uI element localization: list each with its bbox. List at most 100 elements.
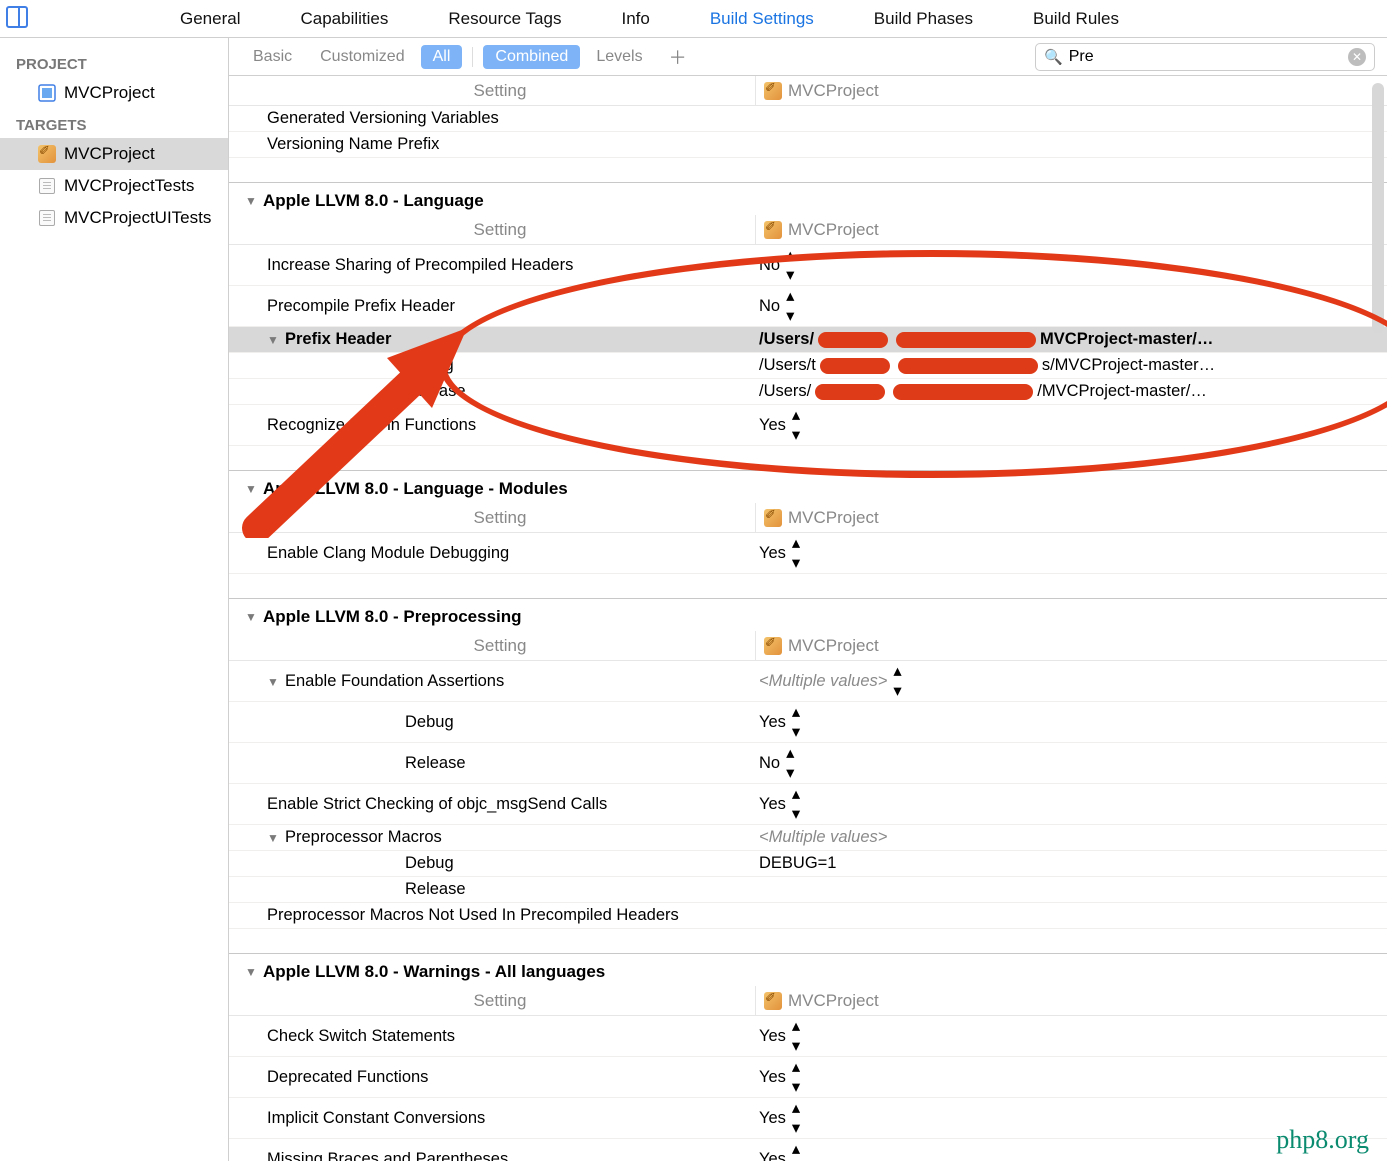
setting-label: Deprecated Functions (267, 1068, 428, 1086)
setting-value-path[interactable]: /Users//MVCProject-master/MVC.. (759, 382, 1219, 401)
tab-build-rules[interactable]: Build Rules (1033, 9, 1119, 29)
disclosure-triangle-icon[interactable]: ▼ (245, 965, 257, 979)
setting-value[interactable]: Yes (759, 713, 786, 732)
editor-tabs: General Capabilities Resource Tags Info … (0, 0, 1387, 38)
setting-label: Enable Clang Module Debugging (267, 544, 509, 562)
setting-group-header[interactable]: ▼ Apple LLVM 8.0 - Preprocessing (229, 598, 1387, 631)
sidebar-project-item[interactable]: MVCProject (0, 77, 228, 109)
setting-value[interactable]: Yes (759, 1068, 786, 1087)
setting-group-header[interactable]: ▼Apple LLVM 8.0 - Warnings - All languag… (229, 953, 1387, 986)
setting-row[interactable]: ▼Preprocessor Macros<Multiple values> (229, 825, 1387, 851)
setting-row[interactable]: Release (229, 877, 1387, 903)
filter-basic[interactable]: Basic (241, 45, 304, 69)
setting-value: DEBUG=1 (759, 854, 837, 873)
setting-value-path[interactable]: /Users/MVCProject-master/MVC.. (759, 330, 1219, 349)
setting-value[interactable]: <Multiple values> (759, 672, 887, 691)
setting-label: Release (405, 382, 466, 400)
setting-label: Enable Strict Checking of objc_msgSend C… (267, 795, 607, 813)
setting-row[interactable]: Enable Clang Module DebuggingYes▴▾ (229, 533, 1387, 574)
project-icon (38, 84, 56, 102)
setting-value[interactable]: Yes (759, 795, 786, 814)
add-setting-button[interactable]: ＋ (669, 44, 687, 70)
setting-row[interactable]: Implicit Constant ConversionsYes▴▾ (229, 1098, 1387, 1139)
app-icon (764, 637, 782, 655)
chevron-updown-icon: ▴▾ (792, 405, 800, 445)
disclosure-triangle-icon[interactable]: ▼ (245, 482, 257, 496)
build-settings-table: SettingMVCProjectGenerated Versioning Va… (229, 76, 1387, 1161)
setting-value[interactable]: No (759, 256, 780, 275)
chevron-updown-icon: ▴▾ (786, 286, 794, 326)
search-icon: 🔍 (1044, 48, 1063, 66)
column-header-setting: Setting (474, 508, 527, 528)
setting-row[interactable]: Debug Yes ▴▾ (229, 702, 1387, 743)
setting-label: Precompile Prefix Header (267, 297, 455, 315)
setting-row[interactable]: Preprocessor Macros Not Used In Precompi… (229, 903, 1387, 929)
disclosure-triangle-icon[interactable]: ▼ (267, 675, 279, 689)
disclosure-triangle-icon[interactable]: ▼ (245, 610, 257, 624)
setting-row[interactable]: Check Switch StatementsYes▴▾ (229, 1016, 1387, 1057)
setting-row[interactable]: Missing Braces and ParenthesesYes▴▾ (229, 1139, 1387, 1161)
setting-value[interactable]: Yes (759, 1027, 786, 1046)
setting-label: Increase Sharing of Precompiled Headers (267, 256, 573, 274)
setting-row[interactable]: Versioning Name Prefix (229, 132, 1387, 158)
setting-label: Debug (405, 713, 454, 731)
setting-row[interactable]: Release/Users//MVCProject-master/MVC.. (229, 379, 1387, 405)
setting-row[interactable]: ▼Prefix Header/Users/MVCProject-master/M… (229, 327, 1387, 353)
setting-label: Enable Foundation Assertions (285, 672, 504, 690)
setting-row[interactable]: Enable Strict Checking of objc_msgSend C… (229, 784, 1387, 825)
setting-label: Debug (405, 854, 454, 872)
sidebar-target-uitests[interactable]: MVCProjectUITests (0, 202, 228, 234)
setting-group-header[interactable]: ▼ Apple LLVM 8.0 - Language (229, 182, 1387, 215)
sidebar-target-tests[interactable]: MVCProjectTests (0, 170, 228, 202)
setting-row[interactable]: Deprecated FunctionsYes▴▾ (229, 1057, 1387, 1098)
setting-value-path[interactable]: /Users/ts/MVCProject-master/MVC.. (759, 356, 1219, 375)
disclosure-triangle-icon[interactable]: ▼ (245, 194, 257, 208)
chevron-updown-icon: ▴▾ (792, 1016, 800, 1056)
chevron-updown-icon: ▴▾ (792, 702, 800, 742)
filter-levels[interactable]: Levels (584, 45, 654, 69)
setting-value[interactable]: Yes (759, 1150, 786, 1161)
setting-group-header[interactable]: ▼Apple LLVM 8.0 - Language - Modules (229, 470, 1387, 503)
tab-resource-tags[interactable]: Resource Tags (448, 9, 561, 29)
setting-value[interactable]: No (759, 754, 780, 773)
search-field[interactable]: 🔍 ✕ (1035, 43, 1375, 71)
setting-row[interactable]: Generated Versioning Variables (229, 106, 1387, 132)
group-title: Apple LLVM 8.0 - Preprocessing (263, 607, 522, 627)
setting-row[interactable]: Debug/Users/ts/MVCProject-master/MVC.. (229, 353, 1387, 379)
setting-label: Debug (405, 356, 454, 374)
setting-row[interactable]: ▼ Enable Foundation Assertions <Multiple v… (229, 661, 1387, 702)
tab-build-settings[interactable]: Build Settings (710, 9, 814, 29)
sidebar-project-label: MVCProject (64, 83, 155, 103)
app-icon (764, 992, 782, 1010)
chevron-updown-icon: ▴▾ (786, 743, 794, 783)
tab-build-phases[interactable]: Build Phases (874, 9, 973, 29)
scrollbar-thumb[interactable] (1372, 83, 1384, 333)
setting-value[interactable]: Yes (759, 1109, 786, 1128)
app-icon (764, 221, 782, 239)
app-icon (764, 82, 782, 100)
test-bundle-icon (38, 209, 56, 227)
disclosure-triangle-icon[interactable]: ▼ (267, 333, 279, 347)
setting-row[interactable]: Increase Sharing of Precompiled Headers N… (229, 245, 1387, 286)
filter-all[interactable]: All (421, 45, 463, 69)
panel-toggle-icon[interactable] (6, 6, 28, 28)
setting-value[interactable]: Yes (759, 416, 786, 435)
group-title: Apple LLVM 8.0 - Language (263, 191, 484, 211)
filter-combined[interactable]: Combined (483, 45, 580, 69)
sidebar-target-app[interactable]: MVCProject (0, 138, 228, 170)
disclosure-triangle-icon[interactable]: ▼ (267, 831, 279, 845)
search-input[interactable] (1069, 48, 1342, 66)
tab-info[interactable]: Info (621, 9, 649, 29)
setting-row[interactable]: Debug DEBUG=1 (229, 851, 1387, 877)
tab-general[interactable]: General (180, 9, 240, 29)
setting-row[interactable]: ReleaseNo▴▾ (229, 743, 1387, 784)
setting-value[interactable]: Yes (759, 544, 786, 563)
sidebar-target-label: MVCProject (64, 144, 155, 164)
setting-row[interactable]: Precompile Prefix Header No ▴▾ (229, 286, 1387, 327)
sidebar-target-label: MVCProjectTests (64, 176, 194, 196)
tab-capabilities[interactable]: Capabilities (300, 9, 388, 29)
setting-value[interactable]: No (759, 297, 780, 316)
filter-customized[interactable]: Customized (308, 45, 416, 69)
setting-row[interactable]: Recognize Built-in FunctionsYes▴▾ (229, 405, 1387, 446)
clear-search-icon[interactable]: ✕ (1348, 48, 1366, 66)
